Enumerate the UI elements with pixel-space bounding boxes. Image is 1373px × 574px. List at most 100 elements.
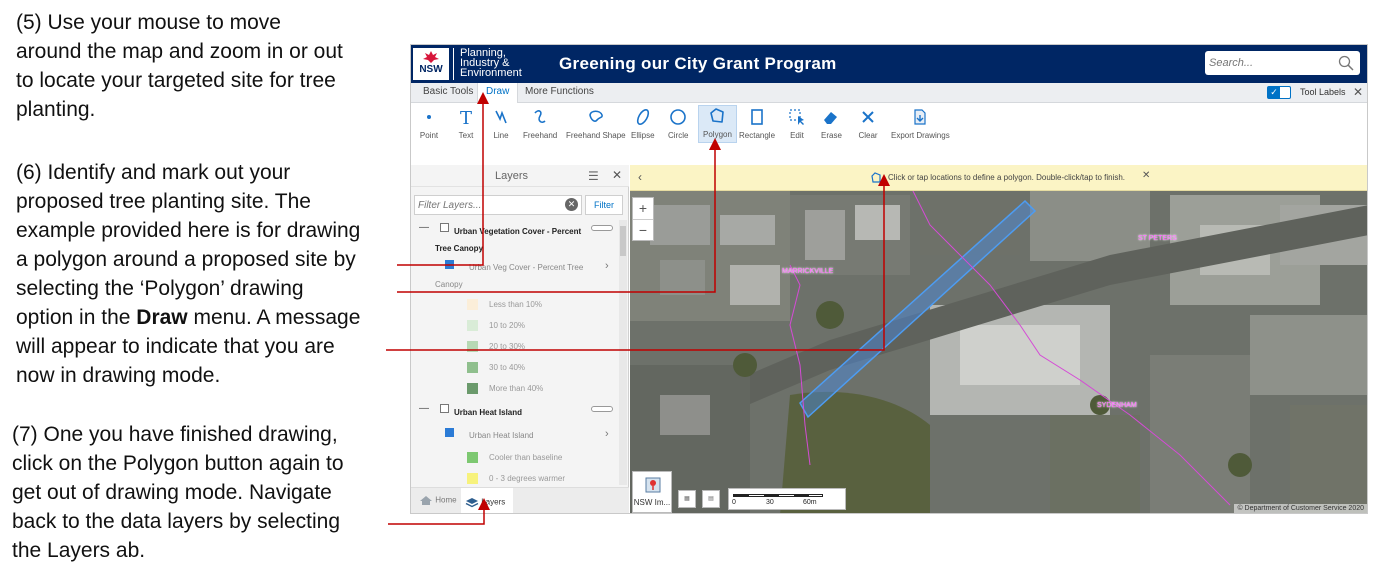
filter-layers-box[interactable]: ✕	[414, 195, 582, 215]
tool-export-drawings-button[interactable]: Export Drawings	[891, 107, 950, 140]
legend-swatch	[467, 320, 478, 331]
instruction-line: (5) Use your mouse to move	[16, 11, 281, 34]
tool-label: Polygon	[703, 130, 732, 139]
collapse-icon[interactable]: —	[419, 222, 429, 233]
tool-edit-button[interactable]: Edit	[787, 107, 807, 140]
scale-bar: 0 30 60m	[728, 488, 846, 510]
opacity-slider[interactable]	[591, 225, 613, 231]
suburb-label: MARRICKVILLE	[782, 268, 834, 275]
layers-footer: Home Layers	[411, 487, 629, 513]
instruction-line: click on the Polygon button again to	[12, 452, 344, 475]
sublayer-label: Urban Heat Island	[469, 431, 534, 440]
tool-label: Export Drawings	[891, 131, 950, 140]
layers-tab-label: Layers	[481, 497, 506, 507]
suburb-label: SYDENHAM	[1097, 402, 1137, 409]
draw-toolbar: Point T Text Line Freehand Freehand Shap…	[411, 103, 1367, 165]
tool-labels-label: Tool Labels	[1300, 87, 1346, 97]
instruction-line: now in drawing mode.	[16, 364, 221, 387]
search-box[interactable]	[1205, 51, 1360, 75]
tool-label: Clear	[858, 131, 878, 140]
suburb-label: ST PETERS	[1138, 235, 1177, 242]
svg-text:T: T	[460, 108, 472, 127]
scrollbar-thumb[interactable]	[620, 226, 626, 256]
check-icon: ✓	[1268, 87, 1280, 98]
close-icon[interactable]: ✕	[612, 168, 622, 182]
instruction-line: the Layers ab.	[12, 539, 146, 562]
grid-icon[interactable]: ▤	[702, 490, 720, 508]
close-icon[interactable]: ✕	[1353, 85, 1363, 99]
legend-label: Cooler than baseline	[489, 453, 563, 462]
legend-label: Less than 10%	[489, 300, 542, 309]
menu-icon[interactable]: ☰	[588, 169, 599, 183]
sublayer-checkbox[interactable]	[445, 428, 454, 437]
tool-label: Point	[419, 131, 439, 140]
aerial-imagery	[630, 165, 1367, 513]
tool-freehand-button[interactable]: Freehand	[523, 107, 557, 140]
instruction-step-7: (7) One you have finished drawing, click…	[12, 420, 344, 565]
tool-erase-button[interactable]: Erase	[821, 107, 842, 140]
legend-swatch	[467, 383, 478, 394]
tool-label: Line	[493, 131, 509, 140]
tool-clear-button[interactable]: Clear	[858, 107, 878, 140]
zoom-control: + −	[632, 197, 654, 241]
collapse-icon[interactable]: —	[419, 403, 429, 414]
tool-labels-toggle[interactable]: ✓	[1267, 86, 1291, 99]
instruction-step-5: (5) Use your mouse to move around the ma…	[16, 8, 343, 124]
department-name: Planning, Industry & Environment	[453, 48, 522, 80]
legend-label: 10 to 20%	[489, 321, 526, 330]
search-input[interactable]	[1209, 54, 1329, 72]
tool-label: Circle	[668, 131, 689, 140]
sublayer-checkbox[interactable]	[445, 260, 454, 269]
instruction-line: get out of drawing mode. Navigate	[12, 481, 332, 504]
message-text: Click or tap locations to define a polyg…	[888, 173, 1126, 182]
polygon-icon	[710, 108, 725, 123]
basemap-button[interactable]: NSW Im...	[632, 471, 672, 513]
filter-button[interactable]: Filter	[585, 195, 623, 215]
layers-scrollbar[interactable]	[619, 220, 627, 485]
layers-icon	[465, 498, 479, 508]
search-icon[interactable]	[1338, 55, 1354, 71]
instruction-line: will appear to indicate that you are	[16, 335, 335, 358]
edit-icon	[789, 109, 804, 125]
measure-icon[interactable]: ▦	[678, 490, 696, 508]
chevron-right-icon[interactable]: ›	[605, 428, 609, 440]
tool-point-button[interactable]: Point	[419, 107, 439, 140]
app-title: Greening our City Grant Program	[559, 54, 837, 73]
home-tab[interactable]: Home	[419, 495, 457, 506]
tool-ellipse-button[interactable]: Ellipse	[631, 107, 655, 140]
layer-group-label: Tree Canopy	[435, 244, 484, 253]
chevron-left-icon[interactable]: ‹	[638, 170, 642, 184]
instruction-text: menu. A message	[193, 306, 361, 329]
instruction-line: to locate your targeted site for tree	[16, 69, 336, 92]
tool-text-button[interactable]: T Text	[456, 107, 476, 140]
zoom-in-button[interactable]: +	[633, 198, 653, 219]
layer-checkbox[interactable]	[440, 404, 449, 413]
tool-line-button[interactable]: Line	[491, 107, 511, 140]
tool-polygon-button[interactable]: Polygon	[698, 105, 737, 143]
tab-basic-tools[interactable]: Basic Tools	[423, 86, 473, 97]
nsw-logo: NSW	[413, 48, 449, 80]
dept-line: Environment	[460, 67, 522, 79]
tab-draw[interactable]: Draw	[477, 83, 519, 103]
tool-freehand-shape-button[interactable]: Freehand Shape	[566, 107, 626, 140]
clear-icon[interactable]: ✕	[565, 198, 578, 211]
instruction-line: example provided here is for drawing	[16, 219, 361, 242]
close-icon[interactable]: ✕	[1142, 170, 1150, 181]
sublayer-label: Urban Veg Cover - Percent Tree	[469, 263, 584, 272]
layer-checkbox[interactable]	[440, 223, 449, 232]
instruction-line: option in the Draw menu. A message	[16, 303, 360, 332]
filter-layers-input[interactable]	[418, 198, 558, 213]
opacity-slider[interactable]	[591, 406, 613, 412]
legend-swatch	[467, 299, 478, 310]
tool-rectangle-button[interactable]: Rectangle	[739, 107, 775, 140]
legend-swatch	[467, 362, 478, 373]
layers-tab[interactable]: Layers	[461, 488, 513, 513]
tool-label: Freehand	[523, 131, 558, 140]
header-bar: NSW Planning, Industry & Environment Gre…	[411, 45, 1367, 83]
chevron-right-icon[interactable]: ›	[605, 260, 609, 272]
tool-label: Edit	[790, 131, 804, 140]
tool-circle-button[interactable]: Circle	[668, 107, 688, 140]
zoom-out-button[interactable]: −	[633, 219, 653, 240]
map-view[interactable]: MARRICKVILLE ST PETERS SYDENHAM ‹ Click …	[630, 165, 1367, 513]
tab-more-functions[interactable]: More Functions	[525, 86, 594, 97]
